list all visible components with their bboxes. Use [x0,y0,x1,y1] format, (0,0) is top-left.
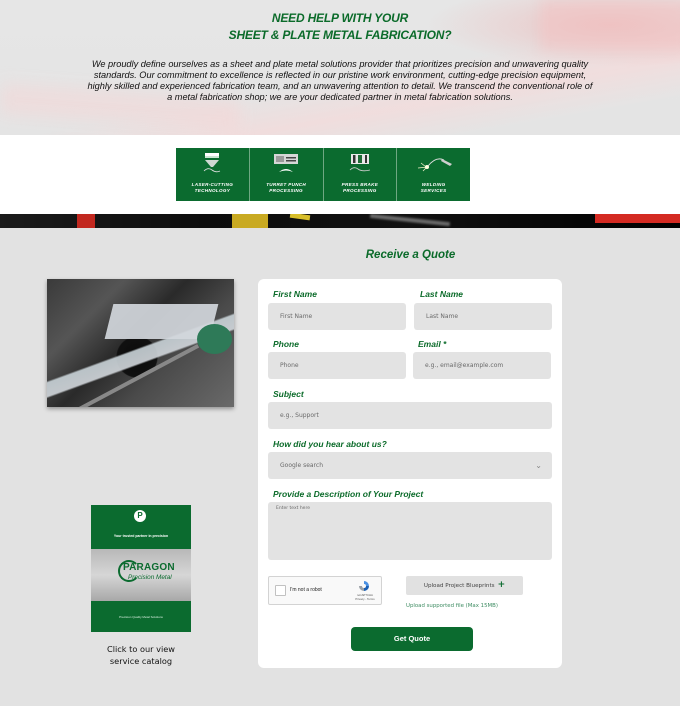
get-quote-button[interactable]: Get Quote [351,627,473,651]
email-input[interactable]: e.g., email@example.com [413,352,551,379]
quote-section-title: Receive a Quote [365,249,456,261]
recaptcha-widget: I'm not a robot reCAPTCHA Privacy - Term… [268,576,382,605]
chevron-down-icon: ⌄ [535,461,542,470]
referral-selected-value: Google search [280,462,323,469]
catalog-link[interactable]: Click to our view service catalog [91,643,191,667]
service-welding[interactable]: WELDING SERVICES [397,148,470,201]
recaptcha-checkbox[interactable] [275,585,286,596]
press-brake-photo [47,279,234,407]
hero-title-line1: NEED HELP WITH YOUR [271,11,409,25]
referral-label: How did you hear about us? [273,439,387,449]
plus-icon: + [497,580,506,590]
phone-label: Phone [273,339,299,349]
turret-punch-icon [274,154,299,172]
phone-input[interactable]: Phone [268,352,406,379]
subject-input[interactable]: e.g., Support [268,402,552,429]
service-label: LASER-CUTTING TECHNOLOGY [191,182,234,193]
services-banner: LASER-CUTTING TECHNOLOGY TURRET PUNCH PROC… [176,148,470,201]
subject-label: Subject [273,389,304,399]
service-label: TURRET PUNCH PROCESSING [266,182,307,193]
description-label: Provide a Description of Your Project [273,489,424,499]
service-laser-cutting[interactable]: LASER-CUTTING TECHNOLOGY [176,148,250,201]
hero-title-line2: SHEET & PLATE METAL FABRICATION? [228,28,452,42]
press-brake-icon [349,154,370,172]
service-label: PRESS BRAKE PROCESSING [341,182,379,193]
hero-section: NEED HELP WITH YOUR SHEET & PLATE METAL … [0,0,680,135]
upload-note: Upload supported file (Max 15MB) [406,603,498,609]
service-label: WELDING SERVICES [420,182,447,193]
service-turret-punch[interactable]: TURRET PUNCH PROCESSING [250,148,324,201]
catalog-footer: Precision Quality Metal Solutions [119,615,163,619]
quote-form: First Name First Name Last Name Last Nam… [258,279,562,668]
machinery-image-band [0,214,680,228]
service-catalog-cover[interactable]: P Your trusted partner in precision PARA… [91,505,191,632]
recaptcha-links: Privacy - Terms [355,596,375,601]
catalog-brand: PARAGON [123,562,175,573]
recaptcha-label: I'm not a robot [290,587,322,593]
email-label: Email * [418,339,447,349]
service-press-brake[interactable]: PRESS BRAKE PROCESSING [324,148,398,201]
upload-label: Upload Project Blueprints [423,583,495,589]
description-textarea[interactable]: Enter text here [268,502,552,560]
first-name-label: First Name [273,289,317,299]
first-name-input[interactable]: First Name [268,303,406,330]
welding-icon [417,158,452,172]
last-name-input[interactable]: Last Name [414,303,552,330]
referral-select[interactable]: Google search ⌄ [268,452,552,479]
catalog-logo-icon: P [134,510,146,522]
recaptcha-logo-icon [359,581,369,591]
catalog-brand-sub: Precision Metal [128,574,172,581]
last-name-label: Last Name [420,289,463,299]
upload-blueprints-button[interactable]: Upload Project Blueprints + [406,576,523,595]
catalog-tagline: Your trusted partner in precision [113,534,169,538]
laser-cutting-icon [204,153,221,173]
hero-background-streak [540,0,680,50]
hero-description: We proudly define ourselves as a sheet a… [87,59,593,102]
